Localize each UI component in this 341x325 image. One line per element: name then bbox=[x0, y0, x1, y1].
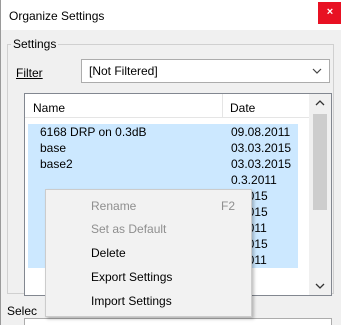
list-item[interactable]: base 03.03.2015 bbox=[25, 140, 309, 156]
menu-item-import-settings[interactable]: Import Settings bbox=[46, 290, 251, 312]
menu-item-export-settings[interactable]: Export Settings bbox=[46, 266, 251, 288]
list-item[interactable]: base2 03.03.2015 bbox=[25, 156, 309, 172]
list-header: Name Date bbox=[25, 94, 309, 118]
menu-item-set-as-default: Set as Default bbox=[46, 218, 251, 240]
scroll-up-button[interactable] bbox=[309, 94, 331, 112]
item-name: base bbox=[40, 141, 67, 155]
settings-group-label: Settings bbox=[11, 37, 59, 51]
scroll-down-button[interactable] bbox=[309, 277, 331, 295]
column-separator[interactable] bbox=[222, 94, 223, 117]
item-date: 09.08.2011 bbox=[231, 125, 291, 139]
window-title: Organize Settings bbox=[9, 9, 105, 23]
date-cell: 03.03.2015 bbox=[218, 140, 298, 156]
name-cell: 6168 DRP on 0.3dB bbox=[28, 124, 218, 140]
menu-item-delete[interactable]: Delete bbox=[46, 242, 251, 264]
name-cell: base bbox=[28, 140, 218, 156]
filter-dropdown[interactable]: [Not Filtered] bbox=[81, 59, 330, 83]
menu-item-label: Delete bbox=[91, 246, 126, 260]
name-cell bbox=[28, 172, 218, 188]
item-name: 6168 DRP on 0.3dB bbox=[40, 125, 147, 139]
menu-item-rename: Rename F2 bbox=[46, 195, 251, 217]
filter-label-text: Filter bbox=[16, 66, 43, 80]
item-date: 03.03.2015 bbox=[231, 157, 292, 171]
column-header-date[interactable]: Date bbox=[230, 101, 255, 115]
close-button[interactable]: × bbox=[318, 2, 341, 24]
filter-label: Filter bbox=[16, 66, 43, 80]
name-cell: base2 bbox=[28, 156, 218, 172]
close-icon: × bbox=[326, 6, 334, 18]
column-header-name[interactable]: Name bbox=[33, 101, 65, 115]
item-date: 0.3.2011 bbox=[231, 173, 277, 187]
context-menu: Rename F2 Set as Default Delete Export S… bbox=[45, 189, 252, 317]
scroll-thumb[interactable] bbox=[313, 114, 327, 210]
menu-item-label: Import Settings bbox=[91, 294, 172, 308]
selection-label: Selec bbox=[7, 304, 38, 318]
list-item[interactable]: 0.3.2011 bbox=[25, 172, 309, 188]
vertical-scrollbar[interactable] bbox=[309, 94, 331, 295]
list-item[interactable]: 6168 DRP on 0.3dB 09.08.2011 bbox=[25, 124, 309, 140]
menu-item-label: Export Settings bbox=[91, 270, 173, 284]
filter-selected-value: [Not Filtered] bbox=[89, 64, 158, 78]
menu-item-label: Rename bbox=[91, 199, 137, 213]
date-cell: 09.08.2011 bbox=[218, 124, 298, 140]
chevron-down-icon bbox=[312, 68, 322, 74]
organize-settings-dialog: Organize Settings × Settings Filter [Not… bbox=[0, 0, 341, 325]
item-name: base2 bbox=[40, 157, 73, 171]
menu-item-label: Set as Default bbox=[91, 222, 167, 236]
selection-field[interactable] bbox=[24, 318, 332, 325]
chevron-down-icon bbox=[315, 283, 325, 289]
chevron-up-icon bbox=[315, 100, 325, 106]
date-cell: 03.03.2015 bbox=[218, 156, 298, 172]
menu-item-shortcut: F2 bbox=[221, 199, 236, 213]
item-date: 03.03.2015 bbox=[231, 141, 292, 155]
title-bar: Organize Settings × bbox=[1, 0, 341, 30]
date-cell: 0.3.2011 bbox=[218, 172, 298, 188]
